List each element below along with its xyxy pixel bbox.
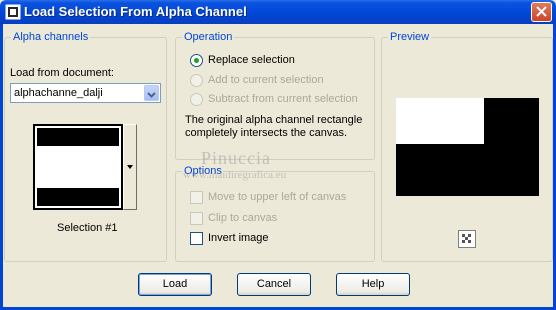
preview-legend: Preview bbox=[388, 31, 432, 43]
add-selection-radio[interactable]: Add to current selection bbox=[190, 73, 370, 89]
operation-legend: Operation bbox=[182, 31, 235, 43]
preview-group: Preview bbox=[381, 31, 553, 262]
invert-image-checkbox[interactable]: Invert image bbox=[190, 231, 370, 247]
watermark-url: www.maidiregrafica.eu bbox=[183, 169, 287, 181]
triangle-down-icon bbox=[127, 165, 133, 169]
move-upper-left-label: Move to upper left of canvas bbox=[208, 191, 347, 203]
window-title: Load Selection From Alpha Channel bbox=[24, 4, 247, 19]
close-button[interactable] bbox=[531, 2, 552, 22]
clip-to-canvas-check[interactable] bbox=[190, 212, 203, 225]
document-select[interactable]: alphachanne_dalji bbox=[10, 83, 161, 103]
clip-to-canvas-checkbox[interactable]: Clip to canvas bbox=[190, 211, 370, 227]
load-from-document-label: Load from document: bbox=[10, 67, 114, 79]
move-upper-left-check[interactable] bbox=[190, 191, 203, 204]
preview-image bbox=[396, 98, 539, 196]
replace-selection-label: Replace selection bbox=[208, 54, 295, 66]
alpha-channels-group: Alpha channels Load from document: alpha… bbox=[4, 31, 167, 262]
proof-toggle-button[interactable] bbox=[458, 230, 476, 248]
thumbnail-dropdown-button[interactable] bbox=[123, 124, 137, 210]
add-selection-radio-button[interactable] bbox=[190, 74, 203, 87]
cancel-button[interactable]: Cancel bbox=[237, 273, 311, 296]
invert-image-check[interactable] bbox=[190, 232, 203, 245]
alpha-channels-legend: Alpha channels bbox=[11, 31, 91, 43]
subtract-selection-radio[interactable]: Subtract from current selection bbox=[190, 92, 372, 108]
load-button[interactable]: Load bbox=[138, 273, 212, 296]
checkerboard-icon bbox=[462, 234, 471, 243]
replace-selection-radio-button[interactable] bbox=[190, 54, 203, 67]
help-button[interactable]: Help bbox=[336, 273, 410, 296]
document-select-value: alphachanne_dalji bbox=[14, 87, 103, 99]
operation-description-line1: The original alpha channel rectangle bbox=[185, 114, 363, 126]
dialog-client: Alpha channels Load from document: alpha… bbox=[0, 24, 556, 310]
watermark-name: Pinuccia bbox=[201, 148, 271, 168]
operation-group: Operation Replace selection Add to curre… bbox=[175, 31, 375, 160]
invert-image-label: Invert image bbox=[208, 232, 269, 244]
app-icon bbox=[5, 4, 21, 20]
clip-to-canvas-label: Clip to canvas bbox=[208, 212, 278, 224]
chevron-down-icon bbox=[147, 92, 156, 98]
document-select-dropdown[interactable] bbox=[144, 85, 159, 101]
subtract-selection-radio-button[interactable] bbox=[190, 93, 203, 106]
move-upper-left-checkbox[interactable]: Move to upper left of canvas bbox=[190, 190, 370, 206]
operation-description-line2: completely intersects the canvas. bbox=[185, 127, 348, 139]
channel-thumbnail bbox=[33, 124, 123, 210]
selection-name-label: Selection #1 bbox=[57, 222, 118, 234]
subtract-selection-label: Subtract from current selection bbox=[208, 93, 358, 105]
close-icon bbox=[536, 6, 547, 17]
title-bar[interactable]: Load Selection From Alpha Channel bbox=[0, 0, 556, 24]
options-group: Options Move to upper left of canvas Cli… bbox=[175, 165, 375, 262]
add-selection-label: Add to current selection bbox=[208, 74, 324, 86]
replace-selection-radio[interactable]: Replace selection bbox=[190, 53, 370, 69]
channel-thumbnail-picker[interactable] bbox=[33, 124, 138, 210]
